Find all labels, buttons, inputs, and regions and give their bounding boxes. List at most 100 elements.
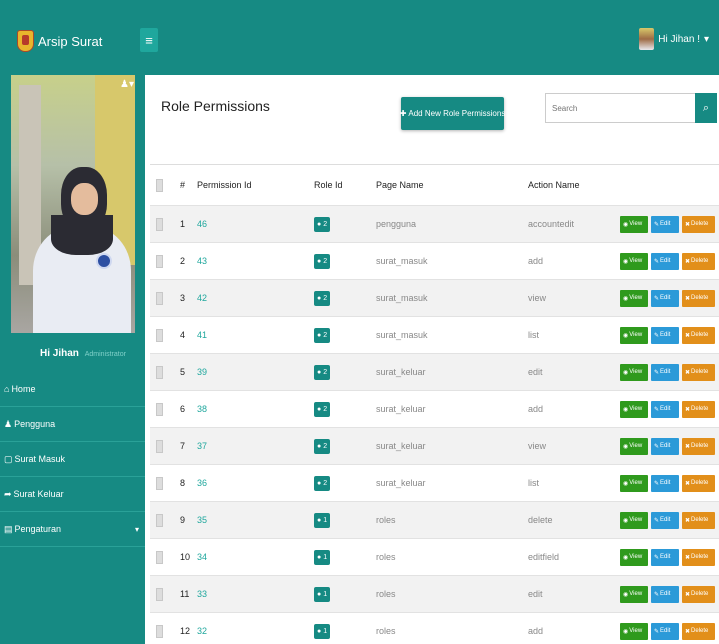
edit-button[interactable]: ✎ Edit	[651, 511, 679, 529]
role-id-badge[interactable]: ● 2	[314, 364, 331, 380]
permission-id-link[interactable]: 33	[197, 576, 257, 612]
delete-button[interactable]: ✖ Delete	[682, 585, 715, 603]
delete-button[interactable]: ✖ Delete	[682, 326, 715, 344]
view-button[interactable]: ◉ View	[620, 437, 648, 455]
row-number: 6	[180, 404, 186, 414]
role-id-badge[interactable]: ● 2	[314, 253, 331, 269]
row-checkbox[interactable]	[156, 328, 163, 342]
edit-button[interactable]: ✎ Edit	[651, 437, 679, 455]
row-checkbox[interactable]	[156, 476, 163, 490]
user-settings-icon[interactable]: ♟▾	[120, 79, 134, 90]
delete-button[interactable]: ✖ Delete	[682, 252, 715, 270]
delete-button[interactable]: ✖ Delete	[682, 548, 715, 566]
header-num: #	[180, 180, 186, 190]
view-button[interactable]: ◉ View	[620, 363, 648, 381]
header-page-name[interactable]: Page Name	[376, 165, 486, 205]
edit-button[interactable]: ✎ Edit	[651, 289, 679, 307]
edit-button[interactable]: ✎ Edit	[651, 548, 679, 566]
chevron-down-icon: ▾	[134, 524, 139, 534]
brand[interactable]: Arsip Surat	[17, 30, 102, 52]
role-id-value: 2	[323, 257, 328, 265]
delete-button[interactable]: ✖ Delete	[682, 437, 715, 455]
view-button[interactable]: ◉ View	[620, 326, 648, 344]
role-id-badge[interactable]: ● 2	[314, 401, 331, 417]
edit-button[interactable]: ✎ Edit	[651, 363, 679, 381]
permission-id-link[interactable]: 32	[197, 613, 257, 644]
role-id-badge[interactable]: ● 2	[314, 216, 331, 232]
table-row: 8 36 ● 2 surat_keluar list ◉ View ✎ Edit ✖ Delete	[150, 465, 719, 502]
delete-label: Delete	[691, 332, 709, 338]
role-id-value: 2	[323, 220, 328, 228]
row-checkbox[interactable]	[156, 402, 163, 416]
delete-button[interactable]: ✖ Delete	[682, 363, 715, 381]
edit-button[interactable]: ✎ Edit	[651, 622, 679, 640]
search-button[interactable]: ⌕	[695, 93, 717, 123]
permission-id-link[interactable]: 43	[197, 243, 257, 279]
role-id-badge[interactable]: ● 2	[314, 475, 331, 491]
permission-id-link[interactable]: 41	[197, 317, 257, 353]
sidebar-item-pengguna[interactable]: ♟ Pengguna	[0, 407, 145, 442]
sidebar-item-surat-masuk[interactable]: ▢ Surat Masuk	[0, 442, 145, 477]
row-checkbox[interactable]	[156, 254, 163, 268]
row-checkbox[interactable]	[156, 217, 163, 231]
edit-button[interactable]: ✎ Edit	[651, 326, 679, 344]
delete-button[interactable]: ✖ Delete	[682, 622, 715, 640]
delete-button[interactable]: ✖ Delete	[682, 511, 715, 529]
row-checkbox[interactable]	[156, 439, 163, 453]
row-checkbox[interactable]	[156, 291, 163, 305]
view-button[interactable]: ◉ View	[620, 622, 648, 640]
view-button[interactable]: ◉ View	[620, 474, 648, 492]
sidebar-item-home[interactable]: ⌂ Home	[0, 372, 145, 407]
view-button[interactable]: ◉ View	[620, 511, 648, 529]
role-id-badge[interactable]: ● 1	[314, 586, 331, 602]
edit-button[interactable]: ✎ Edit	[651, 585, 679, 603]
view-button[interactable]: ◉ View	[620, 548, 648, 566]
role-id-badge[interactable]: ● 2	[314, 290, 331, 306]
permission-id-link[interactable]: 42	[197, 280, 257, 316]
permission-id-link[interactable]: 37	[197, 428, 257, 464]
search-input[interactable]	[545, 93, 695, 123]
role-id-badge[interactable]: ● 1	[314, 623, 331, 639]
role-id-badge[interactable]: ● 2	[314, 438, 331, 454]
edit-button[interactable]: ✎ Edit	[651, 474, 679, 492]
header-role-id[interactable]: Role Id	[314, 165, 374, 205]
view-button[interactable]: ◉ View	[620, 289, 648, 307]
role-id-badge[interactable]: ● 1	[314, 512, 331, 528]
view-button[interactable]: ◉ View	[620, 252, 648, 270]
permission-id-link[interactable]: 39	[197, 354, 257, 390]
settings-icon: ▤	[4, 523, 13, 534]
sidebar-item-surat-keluar[interactable]: ➦ Surat Keluar	[0, 477, 145, 512]
edit-label: Edit	[660, 295, 671, 301]
permission-id-link[interactable]: 34	[197, 539, 257, 575]
header-permission-id[interactable]: Permission Id	[197, 165, 257, 205]
row-checkbox[interactable]	[156, 513, 163, 527]
add-role-permission-button[interactable]: ✚ Add New Role Permissions	[400, 97, 505, 130]
permission-id-link[interactable]: 46	[197, 206, 257, 242]
view-button[interactable]: ◉ View	[620, 215, 648, 233]
delete-button[interactable]: ✖ Delete	[682, 289, 715, 307]
delete-button[interactable]: ✖ Delete	[682, 474, 715, 492]
role-id-badge[interactable]: ● 1	[314, 549, 331, 565]
permission-id-link[interactable]: 36	[197, 465, 257, 501]
delete-button[interactable]: ✖ Delete	[682, 400, 715, 418]
permission-id-link[interactable]: 38	[197, 391, 257, 427]
user-menu[interactable]: Hi Jihan ! ▾	[639, 28, 709, 50]
sidebar-item-pengaturan[interactable]: ▤ Pengaturan ▾	[0, 512, 145, 547]
header-action-name[interactable]: Action Name	[528, 165, 638, 205]
edit-button[interactable]: ✎ Edit	[651, 252, 679, 270]
permission-id-link[interactable]: 35	[197, 502, 257, 538]
row-checkbox[interactable]	[156, 587, 163, 601]
edit-icon: ✎	[654, 517, 660, 524]
row-checkbox[interactable]	[156, 365, 163, 379]
edit-button[interactable]: ✎ Edit	[651, 215, 679, 233]
view-button[interactable]: ◉ View	[620, 585, 648, 603]
delete-button[interactable]: ✖ Delete	[682, 215, 715, 233]
edit-button[interactable]: ✎ Edit	[651, 400, 679, 418]
select-all-checkbox[interactable]	[156, 178, 163, 192]
view-button[interactable]: ◉ View	[620, 400, 648, 418]
row-checkbox[interactable]	[156, 624, 163, 638]
menu-toggle-icon[interactable]: ≡	[140, 28, 158, 52]
row-checkbox[interactable]	[156, 550, 163, 564]
role-id-badge[interactable]: ● 2	[314, 327, 331, 343]
delete-icon: ✖	[685, 332, 691, 339]
